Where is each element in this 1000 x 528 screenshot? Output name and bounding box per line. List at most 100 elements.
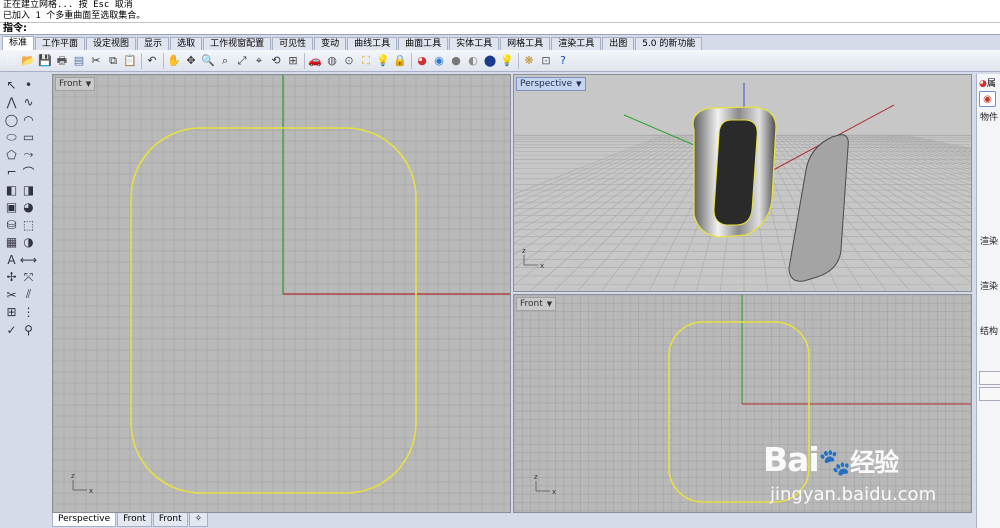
join-icon[interactable]: ⤧ bbox=[20, 270, 37, 285]
perspective-viewport-canvas[interactable]: zx bbox=[514, 75, 972, 292]
analysis-icon[interactable]: ⚲ bbox=[20, 322, 37, 337]
undo-view-icon[interactable]: ⟲ bbox=[268, 53, 284, 69]
arc-icon[interactable]: ◠ bbox=[20, 112, 37, 127]
properties-icon[interactable]: ▤ bbox=[71, 53, 87, 69]
new-file-icon[interactable]: 🗋 bbox=[3, 53, 19, 69]
front-viewport-canvas[interactable]: zx bbox=[53, 75, 511, 513]
toolbar-tab[interactable]: 选取 bbox=[170, 37, 203, 50]
viewport-tab[interactable]: Front bbox=[117, 513, 152, 527]
panel-button[interactable] bbox=[979, 371, 1000, 385]
toolbar-tab[interactable]: 网格工具 bbox=[500, 37, 551, 50]
offset-icon[interactable]: ⌒ bbox=[20, 165, 37, 180]
polygon-icon[interactable]: ⬠ bbox=[3, 147, 20, 162]
paste-icon[interactable]: 📋 bbox=[122, 53, 138, 69]
render-sphere-icon[interactable]: ◐ bbox=[465, 53, 481, 69]
select-icon[interactable]: ⛶ bbox=[358, 53, 374, 69]
toolbar-tab[interactable]: 曲线工具 bbox=[347, 37, 398, 50]
toolbar-tab[interactable]: 工作视窗配置 bbox=[203, 37, 272, 50]
properties-panel-title: 属 bbox=[986, 79, 996, 89]
toolbar-tab[interactable]: 工作平面 bbox=[35, 37, 86, 50]
freeform-icon[interactable]: ⤳ bbox=[20, 147, 37, 162]
transform-icon[interactable]: ✢ bbox=[3, 270, 20, 285]
properties-panel-header[interactable]: ◕属 bbox=[979, 76, 996, 89]
front-small-viewport-canvas[interactable]: zx bbox=[514, 295, 972, 513]
zoom-selected-icon[interactable]: ⌖ bbox=[251, 53, 267, 69]
open-file-icon[interactable]: 📂 bbox=[20, 53, 36, 69]
trim-icon[interactable]: ✂ bbox=[3, 287, 20, 302]
axis-label-z: z bbox=[522, 247, 526, 255]
command-history-line: 已加入 1 个多重曲面至选取集合。 bbox=[3, 11, 146, 21]
point-icon[interactable]: • bbox=[20, 77, 37, 92]
rotate-view-icon[interactable]: ✥ bbox=[183, 53, 199, 69]
select-arrow-icon[interactable]: ↖ bbox=[3, 77, 20, 92]
group-icon[interactable]: ⊞ bbox=[3, 305, 20, 320]
toolbar-tab[interactable]: 设定视图 bbox=[86, 37, 137, 50]
add-viewport-tab[interactable]: ✧ bbox=[188, 513, 209, 527]
extrude-icon[interactable]: ⬚ bbox=[20, 217, 37, 232]
save-file-icon[interactable]: 💾 bbox=[37, 53, 53, 69]
cylinder-icon[interactable]: ⛁ bbox=[3, 217, 20, 232]
check-icon[interactable]: ✓ bbox=[3, 322, 20, 337]
toolbar-tab[interactable]: 渲染工具 bbox=[551, 37, 602, 50]
print-icon[interactable]: 🖶 bbox=[54, 53, 70, 69]
viewport-front-large[interactable]: zx Front ▼ bbox=[52, 74, 511, 513]
text-icon[interactable]: A bbox=[3, 252, 20, 267]
viewport-perspective[interactable]: zx Perspective ▼ bbox=[513, 74, 972, 292]
toolbar-tab[interactable]: 变动 bbox=[314, 37, 347, 50]
named-views-icon[interactable]: ◍ bbox=[324, 53, 340, 69]
light-icon[interactable]: 💡 bbox=[375, 53, 391, 69]
four-views-icon[interactable]: ⊞ bbox=[285, 53, 301, 69]
command-prompt[interactable]: 指令: bbox=[0, 22, 1000, 35]
help-icon[interactable]: ? bbox=[555, 53, 571, 69]
toolbar-tab[interactable]: 实体工具 bbox=[449, 37, 500, 50]
ellipse-icon[interactable]: ⬭ bbox=[3, 130, 20, 145]
rendered-sphere-icon[interactable]: ⬤ bbox=[482, 53, 498, 69]
dimension-icon[interactable]: ⟷ bbox=[20, 252, 37, 267]
circle-icon[interactable]: ◯ bbox=[3, 112, 20, 127]
mesh-icon[interactable]: ▦ bbox=[3, 235, 20, 250]
array-icon[interactable]: ⋮ bbox=[20, 305, 37, 320]
fillet-curve-icon[interactable]: ⌐ bbox=[3, 165, 20, 180]
box-icon[interactable]: ▣ bbox=[3, 200, 20, 215]
copy-icon[interactable]: ⧉ bbox=[105, 53, 121, 69]
sphere-icon[interactable]: ◕ bbox=[20, 200, 37, 215]
color-circle-icon[interactable]: ◉ bbox=[431, 53, 447, 69]
layout-icon[interactable]: ⊡ bbox=[538, 53, 554, 69]
viewport-front-small[interactable]: zx Front ▼ bbox=[513, 294, 972, 513]
viewport-title-perspective[interactable]: Perspective ▼ bbox=[516, 77, 586, 91]
viewport-title-front-small[interactable]: Front ▼ bbox=[516, 297, 557, 311]
axis-label-x: x bbox=[552, 488, 556, 496]
texture-icon[interactable]: ❋ bbox=[521, 53, 537, 69]
toolbar-tab[interactable]: 出图 bbox=[602, 37, 635, 50]
boolean-icon[interactable]: ◑ bbox=[20, 235, 37, 250]
material-icon[interactable]: ◉ bbox=[979, 91, 996, 107]
toolbar-tab[interactable]: 曲面工具 bbox=[398, 37, 449, 50]
panel-button[interactable] bbox=[979, 387, 1000, 401]
viewport-title-front[interactable]: Front ▼ bbox=[55, 77, 96, 91]
cut-icon[interactable]: ✂ bbox=[88, 53, 104, 69]
toolbar-tab[interactable]: 可见性 bbox=[272, 37, 314, 50]
loft-icon[interactable]: ◨ bbox=[20, 182, 37, 197]
pan-icon[interactable]: ✋ bbox=[166, 53, 182, 69]
toolbar-tab[interactable]: 标准 bbox=[2, 36, 35, 50]
zoom-extents-icon[interactable]: ⤢ bbox=[234, 53, 250, 69]
color-wheel-icon: ◕ bbox=[979, 79, 987, 89]
rectangle-icon[interactable]: ▭ bbox=[20, 130, 37, 145]
polyline-icon[interactable]: ⋀ bbox=[3, 95, 20, 110]
viewport-tab[interactable]: Front bbox=[152, 513, 188, 527]
split-icon[interactable]: ⫽ bbox=[20, 287, 37, 302]
viewport-tab[interactable]: Perspective bbox=[52, 513, 117, 527]
shade-sphere-icon[interactable]: ● bbox=[448, 53, 464, 69]
undo-icon[interactable]: ↶ bbox=[144, 53, 160, 69]
light-bulb-icon[interactable]: 💡 bbox=[499, 53, 515, 69]
surface-icon[interactable]: ◧ bbox=[3, 182, 20, 197]
zoom-window-icon[interactable]: ⌕ bbox=[217, 53, 233, 69]
curve-icon[interactable]: ∿ bbox=[20, 95, 37, 110]
color-wheel-icon[interactable]: ◕ bbox=[414, 53, 430, 69]
lock-icon[interactable]: 🔒 bbox=[392, 53, 408, 69]
toolbar-tab[interactable]: 5.0 的新功能 bbox=[635, 37, 703, 50]
zoom-icon[interactable]: 🔍 bbox=[200, 53, 216, 69]
set-camera-icon[interactable]: 🚗 bbox=[307, 53, 323, 69]
toolbar-tab[interactable]: 显示 bbox=[137, 37, 170, 50]
snapshot-icon[interactable]: ⊙ bbox=[341, 53, 357, 69]
